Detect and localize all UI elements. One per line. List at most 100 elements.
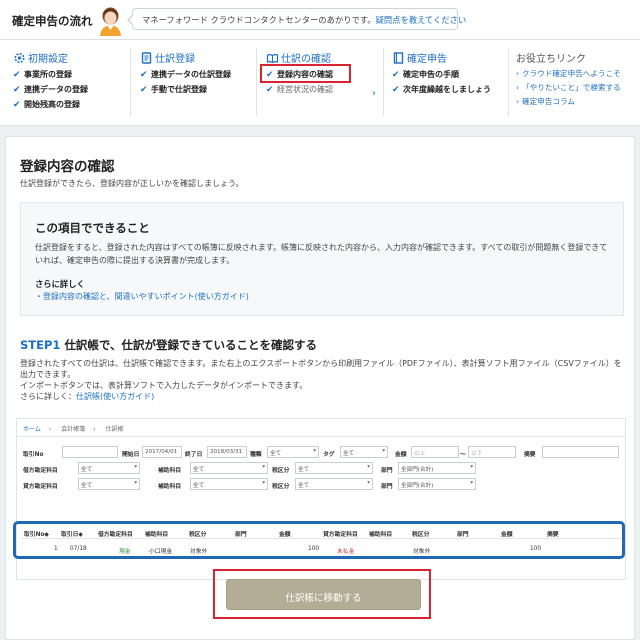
bubble-text: マネーフォワード クラウドコンタクトセンターのあかりです。 bbox=[142, 15, 376, 25]
step-line: 登録されたすべての仕訳は、仕訳帳で確認できます。また右上のエクスポートボタンから… bbox=[20, 359, 622, 379]
filter-label: 補助科目 bbox=[158, 468, 182, 474]
nav-item-label: 連携データの登録 bbox=[24, 85, 88, 94]
filter-label: 終了日 bbox=[185, 452, 203, 458]
step-text: 登録されたすべての仕訳は、仕訳帳で確認できます。また右上のエクスポートボタンから… bbox=[20, 358, 624, 402]
nav-item[interactable]: ✔ 次年度繰越をしましょう bbox=[392, 81, 504, 96]
nav-item[interactable]: ✔ 事業所の登録 bbox=[13, 66, 128, 81]
filter-label: 借方勘定科目 bbox=[23, 468, 58, 474]
nav-item-label: 登録内容の確認 bbox=[277, 70, 333, 79]
useful-link[interactable]: 確定申告コラム bbox=[516, 94, 638, 108]
end-date-input[interactable]: 2018/03/31 bbox=[207, 446, 247, 458]
gear-icon bbox=[14, 53, 25, 63]
page-subtitle: 仕訳登録ができたら、登録内容が正しいかを確認しましょう。 bbox=[20, 179, 244, 188]
debit-sub-select[interactable]: 全て bbox=[190, 462, 268, 474]
useful-link[interactable]: 「やりたいこと」で検索する bbox=[516, 80, 638, 94]
filter-label: 摘要 bbox=[524, 452, 536, 458]
open-book-icon bbox=[266, 54, 279, 64]
credit-sub-select[interactable]: 全て bbox=[190, 478, 268, 490]
useful-links-title: お役立ちリンク bbox=[516, 54, 586, 65]
filter-label: 税区分 bbox=[272, 484, 290, 490]
memo-input[interactable] bbox=[542, 446, 619, 458]
filter-label: 取引No bbox=[23, 452, 44, 458]
credit-account-select[interactable]: 全て bbox=[78, 478, 140, 490]
nav-item-label: 事業所の登録 bbox=[24, 70, 72, 79]
nav-col-title[interactable]: 確定申告 bbox=[407, 54, 447, 65]
nav-item[interactable]: ✔ 手動で仕訳登録 bbox=[140, 81, 255, 96]
debit-tax-select[interactable]: 全て bbox=[295, 462, 373, 474]
divider bbox=[383, 48, 384, 116]
step-line: インポートボタンでは、表計算ソフトで入力したデータがインポートできます。 bbox=[20, 381, 308, 390]
chevron-right-icon: › bbox=[93, 426, 96, 433]
step-heading: STEP1 仕訳帳で、仕訳が登録できていることを確認する bbox=[20, 337, 317, 353]
nav-item-label: 確定申告の手順 bbox=[403, 70, 459, 79]
divider bbox=[130, 48, 131, 116]
nav-item-current[interactable]: ✔ 登録内容の確認 bbox=[260, 64, 351, 83]
table-highlight bbox=[13, 521, 625, 559]
nav-col-tax: 確定申告 ✔ 確定申告の手順 ✔ 次年度繰越をしましょう bbox=[392, 50, 504, 116]
chevron-right-icon[interactable]: › bbox=[372, 88, 376, 99]
breadcrumb: ホーム › 会計帳簿 › 仕訳帳 bbox=[17, 419, 625, 437]
nav-item[interactable]: ✔ 連携データの登録 bbox=[13, 81, 128, 96]
content-card: 登録内容の確認 仕訳登録ができたら、登録内容が正しいかを確認しましょう。 この項… bbox=[5, 136, 635, 640]
nav-col-title[interactable]: 仕訳登録 bbox=[155, 54, 195, 65]
info-box: この項目でできること 仕訳登録をすると、登録された内容はすべての帳簿に反映されま… bbox=[20, 202, 624, 316]
check-icon: ✔ bbox=[392, 70, 400, 80]
breadcrumb-item[interactable]: 会計帳簿 bbox=[61, 426, 85, 433]
chevron-right-icon: › bbox=[48, 426, 52, 433]
breadcrumb-item[interactable]: ホーム bbox=[23, 426, 41, 433]
divider bbox=[508, 48, 509, 116]
filter-label: 金額 bbox=[395, 452, 407, 458]
filter-label: 部門 bbox=[381, 468, 393, 474]
debit-account-select[interactable]: 全て bbox=[78, 462, 140, 474]
filter-label: 税区分 bbox=[272, 468, 290, 474]
go-to-journal-button[interactable]: 仕訳帳に移動する bbox=[226, 579, 421, 610]
flow-title: 確定申告の流れ bbox=[12, 14, 93, 28]
type-select[interactable]: 全て bbox=[267, 446, 319, 458]
start-date-input[interactable]: 2017/04/01 bbox=[142, 446, 182, 458]
nav-col-entry: 仕訳登録 ✔ 連携データの仕訳登録 ✔ 手動で仕訳登録 bbox=[140, 50, 255, 116]
check-icon: ✔ bbox=[140, 70, 148, 80]
journal-guide-link[interactable]: 仕訳帳(使い方ガイド) bbox=[76, 392, 154, 401]
debit-dept-select[interactable]: 全部門(合計) bbox=[398, 462, 476, 474]
nav-col-title[interactable]: 初期設定 bbox=[28, 54, 68, 65]
check-icon: ✔ bbox=[266, 85, 274, 95]
nav-item-label: 経営状況の確認 bbox=[277, 85, 333, 94]
check-icon: ✔ bbox=[13, 85, 21, 95]
nav-col-title[interactable]: 仕訳の確認 bbox=[281, 54, 331, 65]
info-title: この項目でできること bbox=[35, 221, 150, 235]
notebook-icon bbox=[141, 52, 152, 64]
useful-links: お役立ちリンク クラウド確定申告へようこそ 「やりたいこと」で検索する 確定申告… bbox=[516, 50, 638, 116]
amount-max-input[interactable]: 以下 bbox=[468, 446, 516, 458]
check-icon: ✔ bbox=[13, 100, 21, 110]
filter-row: 取引No 開始日 2017/04/01 終了日 2018/03/31 種類 全て… bbox=[21, 446, 623, 459]
no-input[interactable] bbox=[62, 446, 118, 458]
nav-item[interactable]: ✔ 開始残高の登録 bbox=[13, 96, 128, 111]
nav-item-label: 開始残高の登録 bbox=[24, 100, 80, 109]
flow-nav: 初期設定 ✔ 事業所の登録 ✔ 連携データの登録 ✔ 開始残高の登録 仕訳登録 ✔ 連携… bbox=[0, 40, 640, 126]
nav-item[interactable]: ✔ 連携データの仕訳登録 bbox=[140, 66, 255, 81]
top-bar: 確定申告の流れ マネーフォワード クラウドコンタクトセンターのあかりです。疑問点… bbox=[0, 0, 640, 40]
step-more: さらに詳しく：仕訳帳(使い方ガイド) bbox=[20, 391, 624, 402]
check-icon: ✔ bbox=[392, 85, 400, 95]
filter-label: 部門 bbox=[381, 484, 393, 490]
credit-tax-select[interactable]: 全て bbox=[295, 478, 373, 490]
filter-label: 開始日 bbox=[122, 452, 140, 458]
nav-item-label: 次年度繰越をしましょう bbox=[403, 85, 491, 94]
tag-select[interactable]: 全て bbox=[340, 446, 388, 458]
divider bbox=[256, 48, 257, 116]
guide-link[interactable]: ・登録内容の確認と、間違いやすいポイント(使い方ガイド) bbox=[35, 291, 249, 302]
filter-panel: 取引No 開始日 2017/04/01 終了日 2018/03/31 種類 全て… bbox=[21, 446, 623, 496]
step-title: 仕訳帳で、仕訳が登録できていることを確認する bbox=[64, 338, 317, 352]
step-more-label: さらに詳しく： bbox=[20, 392, 76, 401]
info-more-label: さらに詳しく bbox=[35, 279, 85, 289]
useful-link[interactable]: クラウド確定申告へようこそ bbox=[516, 66, 638, 80]
nav-item[interactable]: ✔ 確定申告の手順 bbox=[392, 66, 504, 81]
bubble-link[interactable]: 疑問点を教えてください bbox=[376, 15, 467, 25]
amount-min-input[interactable]: 以上 bbox=[411, 446, 459, 458]
amount-tilde: 〜 bbox=[460, 452, 466, 458]
credit-dept-select[interactable]: 全部門(合計) bbox=[398, 478, 476, 490]
assistant-bubble: マネーフォワード クラウドコンタクトセンターのあかりです。疑問点を教えてください bbox=[127, 8, 466, 30]
filter-label: タグ bbox=[323, 452, 335, 458]
check-icon: ✔ bbox=[266, 70, 274, 80]
nav-item[interactable]: ✔ 経営状況の確認 bbox=[266, 81, 376, 96]
